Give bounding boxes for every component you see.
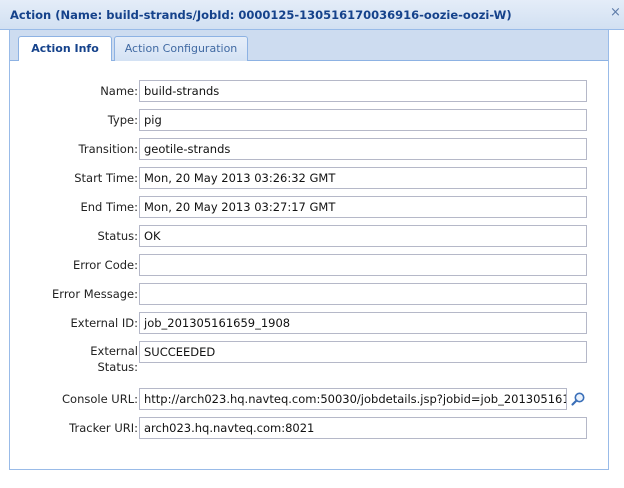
start-time-field[interactable]: Mon, 20 May 2013 03:26:32 GMT: [139, 167, 587, 189]
status-label: Status:: [97, 229, 138, 243]
console-url-field[interactable]: http://arch023.hq.navteq.com:50030/jobde…: [139, 388, 567, 410]
end-time-label: End Time:: [80, 200, 138, 214]
row-error-message: Error Message:: [10, 283, 608, 307]
row-external-status: External Status: SUCCEEDED: [10, 341, 608, 381]
transition-field[interactable]: geotile-strands: [139, 138, 587, 160]
row-status: Status: OK: [10, 225, 608, 249]
tracker-uri-label: Tracker URI:: [69, 421, 138, 435]
name-field[interactable]: build-strands: [139, 80, 587, 102]
error-code-field[interactable]: [139, 254, 587, 276]
type-label: Type:: [107, 113, 138, 127]
external-id-field[interactable]: job_201305161659_1908: [139, 312, 587, 334]
external-status-label-line1: External: [90, 344, 138, 358]
external-status-field[interactable]: SUCCEEDED: [139, 341, 587, 363]
search-icon[interactable]: [570, 391, 586, 407]
row-tracker-uri: Tracker URI: arch023.hq.navteq.com:8021: [10, 417, 608, 441]
status-field[interactable]: OK: [139, 225, 587, 247]
row-error-code: Error Code:: [10, 254, 608, 278]
error-message-label: Error Message:: [52, 287, 138, 301]
action-window: Action (Name: build-strands/JobId: 00001…: [0, 0, 624, 488]
row-end-time: End Time: Mon, 20 May 2013 03:27:17 GMT: [10, 196, 608, 220]
row-transition: Transition: geotile-strands: [10, 138, 608, 162]
end-time-field[interactable]: Mon, 20 May 2013 03:27:17 GMT: [139, 196, 587, 218]
external-status-label: External Status:: [90, 343, 138, 375]
error-code-label: Error Code:: [72, 258, 138, 272]
console-url-label: Console URL:: [62, 392, 138, 406]
external-id-label: External ID:: [70, 316, 139, 330]
tab-action-info[interactable]: Action Info: [18, 36, 112, 62]
close-icon[interactable]: ×: [610, 5, 624, 21]
row-name: Name: build-strands: [10, 80, 608, 104]
external-status-label-line2: Status:: [97, 360, 138, 374]
tab-action-configuration[interactable]: Action Configuration: [114, 36, 248, 61]
action-info-panel: Name: build-strands Type: pig Transition…: [10, 61, 608, 469]
row-console-url: Console URL: http://arch023.hq.navteq.co…: [10, 388, 608, 412]
window-body: Action Info Action Configuration Name: b…: [9, 30, 609, 470]
window-titlebar[interactable]: Action (Name: build-strands/JobId: 00001…: [0, 0, 624, 30]
row-type: Type: pig: [10, 109, 608, 133]
transition-label: Transition:: [78, 142, 139, 156]
tab-strip: Action Info Action Configuration: [10, 30, 608, 62]
window-title: Action (Name: build-strands/JobId: 00001…: [10, 8, 512, 22]
name-label: Name:: [100, 84, 138, 98]
row-start-time: Start Time: Mon, 20 May 2013 03:26:32 GM…: [10, 167, 608, 191]
tracker-uri-field[interactable]: arch023.hq.navteq.com:8021: [139, 417, 587, 439]
type-field[interactable]: pig: [139, 109, 587, 131]
error-message-field[interactable]: [139, 283, 587, 305]
start-time-label: Start Time:: [74, 171, 138, 185]
row-external-id: External ID: job_201305161659_1908: [10, 312, 608, 336]
